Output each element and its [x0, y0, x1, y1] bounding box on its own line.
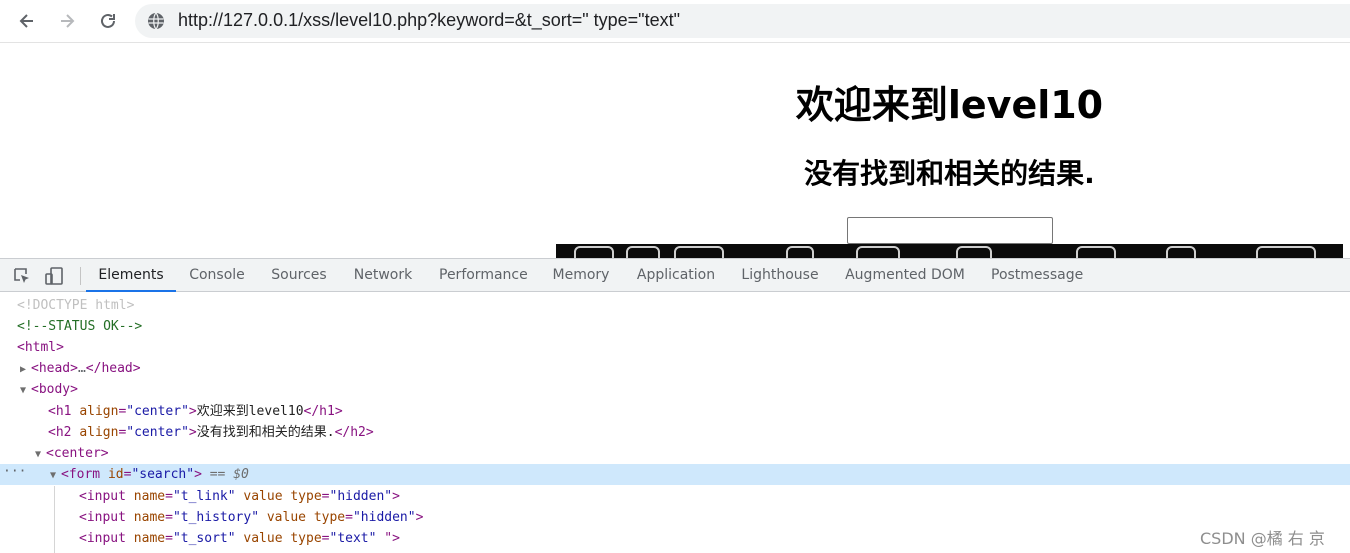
dom-input-t-sort[interactable]: <input name="t_sort" value type="text" "… — [0, 528, 1350, 549]
watermark: CSDN @橘 右 京 — [1200, 529, 1325, 548]
dom-input-t-history[interactable]: <input name="t_history" value type="hidd… — [0, 507, 1350, 528]
devtools-tabbar: Elements Console Sources Network Perform… — [0, 258, 1350, 292]
dom-html[interactable]: <html> — [0, 337, 1350, 358]
dom-comment[interactable]: <!--STATUS OK--> — [0, 316, 1350, 337]
tab-network[interactable]: Network — [352, 259, 414, 292]
page-heading: 欢迎来到level10 — [795, 83, 1104, 127]
dom-form-selected[interactable]: ▼ <form id="search"> == $0 — [0, 464, 1350, 485]
tree-indent-guide — [54, 486, 55, 553]
inspect-element-icon[interactable] — [11, 265, 33, 287]
collapse-triangle-icon[interactable]: ▼ — [50, 465, 61, 486]
tab-postmessage[interactable]: Postmessage — [991, 259, 1083, 292]
more-options-icon[interactable]: ··· — [3, 464, 26, 479]
tab-memory[interactable]: Memory — [551, 259, 611, 292]
search-input[interactable] — [847, 217, 1053, 244]
elements-dom-tree: <!DOCTYPE html> <!--STATUS OK--> <html> … — [0, 293, 1350, 553]
page-subheading: 没有找到和相关的结果. — [804, 157, 1095, 190]
dom-doctype[interactable]: <!DOCTYPE html> — [0, 295, 1350, 316]
url-text[interactable]: http://127.0.0.1/xss/level10.php?keyword… — [178, 10, 680, 31]
back-button[interactable] — [13, 7, 41, 35]
collapse-triangle-icon[interactable]: ▼ — [20, 380, 31, 401]
tab-lighthouse[interactable]: Lighthouse — [741, 259, 819, 292]
tab-sources[interactable]: Sources — [270, 259, 328, 292]
tab-console[interactable]: Console — [188, 259, 246, 292]
collapse-triangle-icon[interactable]: ▼ — [35, 444, 46, 465]
dom-input-t-link[interactable]: <input name="t_link" value type="hidden"… — [0, 486, 1350, 507]
tab-application[interactable]: Application — [635, 259, 717, 292]
tab-performance[interactable]: Performance — [439, 259, 528, 292]
tab-augmented-dom[interactable]: Augmented DOM — [843, 259, 967, 292]
dom-center[interactable]: ▼ <center> — [0, 443, 1350, 464]
level-banner-image — [556, 244, 1343, 258]
arrow-right-icon — [61, 14, 75, 28]
arrow-left-icon — [19, 14, 33, 28]
dom-head[interactable]: ▶ <head>…</head> — [0, 358, 1350, 379]
reload-button[interactable] — [94, 7, 122, 35]
page-viewport: 欢迎来到level10 没有找到和相关的结果. — [0, 44, 1350, 258]
expand-triangle-icon[interactable]: ▶ — [20, 359, 31, 380]
dom-h1[interactable]: <h1 align="center">欢迎来到level10</h1> — [0, 401, 1350, 422]
toolbar-divider — [80, 267, 81, 285]
device-toolbar-icon[interactable] — [43, 265, 65, 287]
reload-icon — [101, 13, 115, 28]
dom-h2[interactable]: <h2 align="center">没有找到和相关的结果.</h2> — [0, 422, 1350, 443]
browser-toolbar: http://127.0.0.1/xss/level10.php?keyword… — [0, 0, 1350, 43]
address-bar[interactable]: http://127.0.0.1/xss/level10.php?keyword… — [135, 4, 1350, 38]
tab-elements[interactable]: Elements — [86, 259, 176, 292]
dom-body[interactable]: ▼ <body> — [0, 379, 1350, 400]
forward-button[interactable] — [53, 7, 81, 35]
globe-icon[interactable] — [147, 12, 165, 30]
